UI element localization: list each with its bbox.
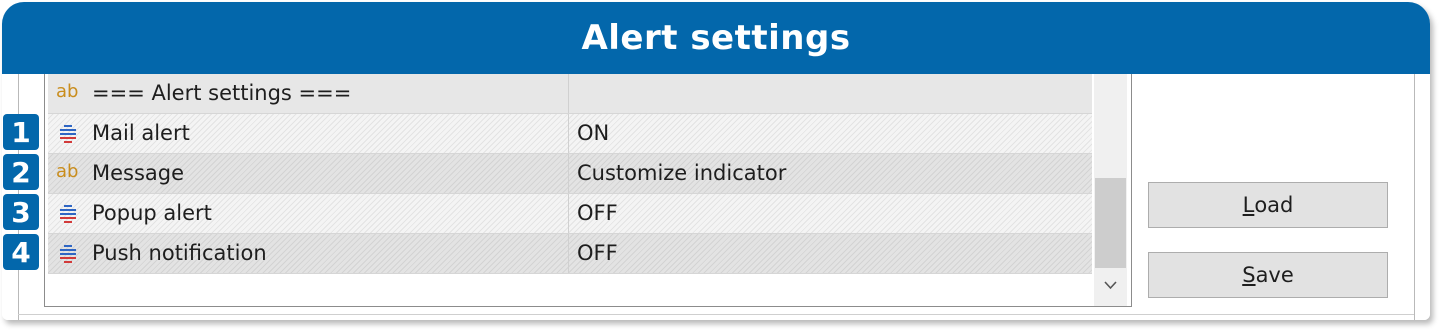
panel-title: Alert settings xyxy=(581,18,851,58)
step-badge-4: 4 xyxy=(3,234,39,270)
parameter-value: OFF xyxy=(577,241,618,265)
parameter-name: Push notification xyxy=(92,241,267,265)
load-button[interactable]: Load xyxy=(1148,182,1388,228)
ab-icon: ab xyxy=(56,81,79,102)
value-cell[interactable]: OFF xyxy=(569,194,1092,233)
value-cell[interactable] xyxy=(569,74,1092,113)
grid-row-mail-alert[interactable]: Mail alert ON xyxy=(48,114,1092,154)
step-badge-1: 1 xyxy=(3,114,39,150)
load-button-mnemonic: L xyxy=(1242,193,1255,217)
ab-icon: ab xyxy=(56,161,79,182)
enum-list-icon xyxy=(60,205,76,223)
save-button-label: ave xyxy=(1255,263,1294,287)
chevron-down-icon[interactable] xyxy=(1103,279,1118,291)
value-cell[interactable]: OFF xyxy=(569,234,1092,273)
parameter-value: Customize indicator xyxy=(577,161,787,185)
alert-settings-panel: Alert settings ab === Alert settings === xyxy=(2,2,1430,320)
grid-row-section-header[interactable]: ab === Alert settings === xyxy=(48,74,1092,114)
value-cell[interactable]: Customize indicator xyxy=(569,154,1092,193)
parameter-name: Message xyxy=(92,161,185,185)
name-cell[interactable]: ab === Alert settings === xyxy=(48,74,569,113)
load-button-label: oad xyxy=(1254,193,1294,217)
save-button[interactable]: Save xyxy=(1148,252,1388,298)
parameter-name: Popup alert xyxy=(92,201,212,225)
parameter-name: === Alert settings === xyxy=(92,81,352,105)
name-cell[interactable]: Mail alert xyxy=(48,114,569,153)
name-cell[interactable]: ab Message xyxy=(48,154,569,193)
value-cell[interactable]: ON xyxy=(569,114,1092,153)
parameter-value: ON xyxy=(577,121,610,145)
step-badge-2: 2 xyxy=(3,154,39,190)
bottom-divider xyxy=(18,314,1414,315)
inputs-grid: ab === Alert settings === Mail alert ON … xyxy=(44,74,1132,307)
vertical-scrollbar[interactable] xyxy=(1094,74,1127,306)
scrollbar-thumb[interactable] xyxy=(1095,178,1126,268)
grid-row-push-notification[interactable]: Push notification OFF xyxy=(48,234,1092,274)
parameter-name: Mail alert xyxy=(92,121,190,145)
save-button-mnemonic: S xyxy=(1242,263,1256,287)
grid-row-popup-alert[interactable]: Popup alert OFF xyxy=(48,194,1092,234)
right-divider xyxy=(1414,74,1415,320)
enum-list-icon xyxy=(60,245,76,263)
parameter-value: OFF xyxy=(577,201,618,225)
step-badge-3: 3 xyxy=(3,194,39,230)
enum-list-icon xyxy=(60,125,76,143)
grid-row-message[interactable]: ab Message Customize indicator xyxy=(48,154,1092,194)
panel-header: Alert settings xyxy=(2,2,1430,74)
name-cell[interactable]: Popup alert xyxy=(48,194,569,233)
name-cell[interactable]: Push notification xyxy=(48,234,569,273)
